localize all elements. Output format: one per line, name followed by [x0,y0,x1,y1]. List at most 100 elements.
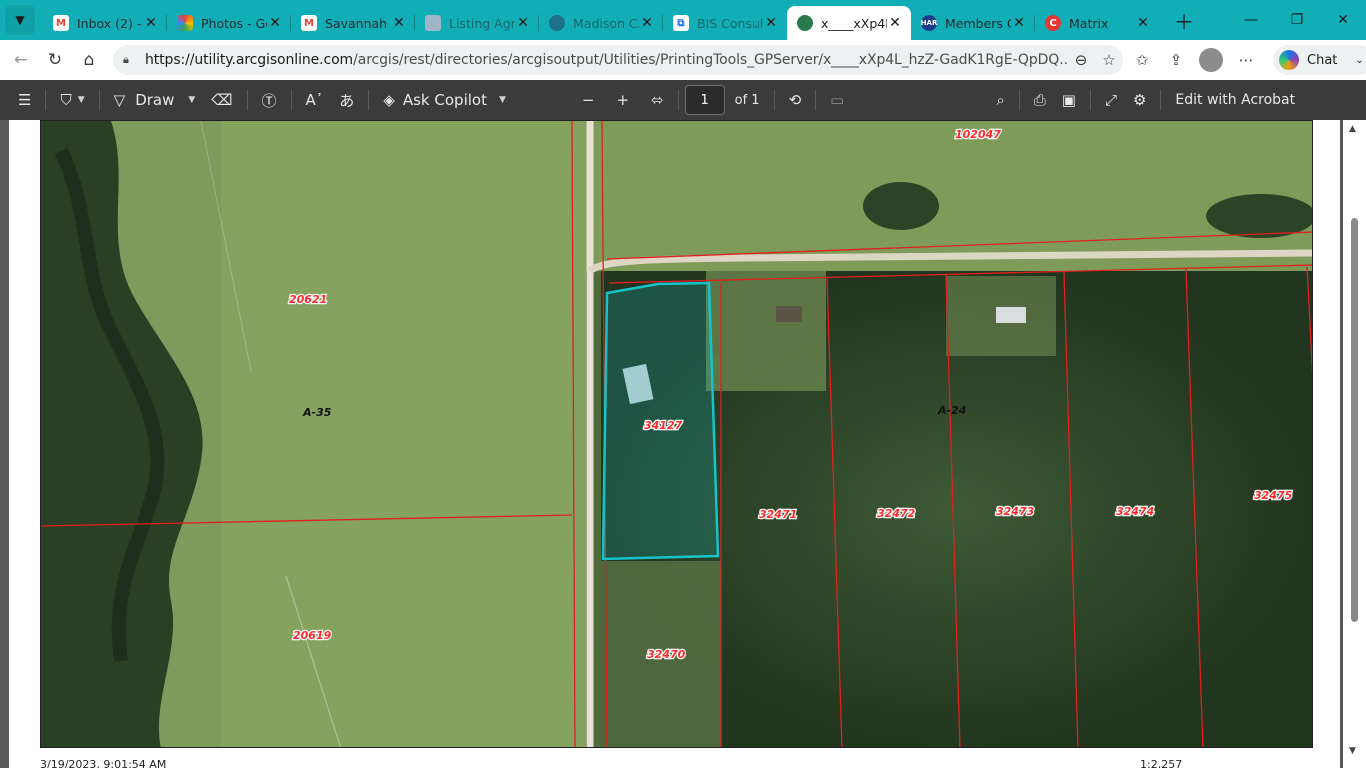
close-window-button[interactable]: ✕ [1320,0,1366,40]
page-number-input[interactable]: 1 [684,85,725,115]
close-icon[interactable]: ✕ [1135,15,1151,31]
scroll-up-icon[interactable]: ▲ [1349,124,1356,134]
document-icon [425,15,441,31]
structure [776,306,802,322]
tab-inbox[interactable]: M Inbox (2) - vi ✕ [43,7,167,39]
divider [98,90,100,110]
parcel-label: 32475 [1254,489,1293,502]
draw-button[interactable]: ▽ Draw ▼ [106,86,204,114]
tab-matrix[interactable]: C Matrix ✕ [1035,7,1159,39]
tab-photos[interactable]: Photos - Goo ✕ [167,7,291,39]
search-button[interactable]: ⌕ [988,86,1012,114]
parcel-label: 34127 [644,419,683,432]
add-text-button[interactable]: Ⓣ [254,86,285,114]
parcel-label: 32470 [647,648,686,661]
save-icon: ▣ [1061,91,1076,109]
plus-icon: + [616,91,630,109]
tab-savannah[interactable]: M Savannah O ✕ [291,7,415,39]
erase-button[interactable]: ⌫ [203,86,240,114]
close-icon[interactable]: ✕ [763,15,779,31]
har-icon: HAR [921,15,937,31]
tab-members[interactable]: HAR Members O ✕ [911,7,1035,39]
scroll-down-icon[interactable]: ▼ [1349,746,1356,756]
divider [45,90,47,110]
highlight-button[interactable]: ⛉ ▼ [52,86,92,114]
minimize-button[interactable]: — [1228,0,1274,40]
divider [1089,90,1091,110]
parcel-label: 32473 [996,505,1035,518]
tab-listing-agreement[interactable]: Listing Agre ✕ [415,7,539,39]
close-icon[interactable]: ✕ [391,15,407,31]
madison-cad-icon [549,15,565,31]
tab-arcgis-active[interactable]: x____xXp4L ✕ [787,6,911,40]
minus-icon: − [581,91,595,109]
fit-to-page-button[interactable]: ⬄ [643,86,672,114]
home-icon: ⌂ [83,50,95,70]
aerial-parcel-map[interactable]: 102047 20621 A-35 34127 A-24 32471 32472… [40,120,1313,748]
maximize-button[interactable]: ❐ [1274,0,1320,40]
print-button[interactable]: ⎙ [1026,86,1054,114]
url-text[interactable]: https://utility.arcgisonline.com/arcgis/… [145,52,1067,68]
navigation-bar: ← ↻ ⌂ 🔒︎ https://utility.arcgisonline.co… [0,40,1366,80]
print-timestamp: 3/19/2023, 9:01:54 AM [40,758,167,768]
divider [368,90,370,110]
divider [677,90,679,110]
divider [290,90,292,110]
tab-madison-cad[interactable]: Madison CA ✕ [539,7,663,39]
chevron-down-icon: ▼ [15,13,25,27]
pasture-area [221,121,586,747]
highlighter-icon: ⛉ [60,91,72,109]
more-options-icon[interactable]: ⋯ [1229,51,1263,69]
chevron-down-icon: ▼ [77,95,85,105]
structure [996,307,1026,323]
home-button[interactable]: ⌂ [72,44,106,76]
eraser-icon: ⌫ [211,91,233,109]
back-button[interactable]: ← [4,44,38,76]
profile-avatar[interactable] [1199,48,1223,72]
favorites-icon[interactable]: ✩ [1125,51,1159,69]
share-icon[interactable]: ⇪ [1159,51,1193,69]
parcel-label: 102047 [955,128,1001,141]
lock-icon: 🔒︎ [123,53,129,66]
pdf-toolbar: ☰ ⛉ ▼ ▽ Draw ▼ ⌫ Ⓣ A᾿ あ ◈ Ask Copilot ▼ − + ⬄… [0,80,1366,120]
google-photos-icon [177,15,193,31]
ask-copilot-button[interactable]: ◈ Ask Copilot ▼ [375,86,514,114]
copilot-icon: ◈ [383,91,395,109]
edit-with-acrobat-button[interactable]: Edit with Acrobat [1167,86,1303,114]
read-aloud-button[interactable]: A᾿ [298,86,332,114]
settings-button[interactable]: ⚙ [1125,86,1154,114]
new-tab-button[interactable]: ＋ [1169,5,1199,35]
tab-bis-consulting[interactable]: ⧉ BIS Consulta ✕ [663,7,787,39]
parcel-label: 32472 [877,507,916,520]
parcel-label: 20619 [293,629,332,642]
fullscreen-button[interactable]: ⤢ [1097,86,1125,114]
translate-button[interactable]: あ [331,86,362,114]
pen-icon: ▽ [113,91,126,109]
tab-actions-menu[interactable]: ▼ [5,5,35,35]
expand-icon: ⤢ [1104,91,1117,109]
rotate-button[interactable]: ⟲ [781,86,810,114]
list-icon: ☰ [18,91,32,109]
page-view-button[interactable]: ▭ [822,86,852,114]
close-icon[interactable]: ✕ [639,15,655,31]
address-bar[interactable]: 🔒︎ https://utility.arcgisonline.com/arcg… [113,45,1123,75]
zoom-out-button[interactable]: − [574,86,603,114]
favorite-star-icon[interactable]: ☆ [1095,51,1123,69]
scrollbar-thumb[interactable] [1351,218,1358,622]
close-icon[interactable]: ✕ [887,15,903,31]
rotate-icon: ⟲ [788,91,802,109]
close-icon[interactable]: ✕ [143,15,159,31]
close-icon[interactable]: ✕ [1011,15,1027,31]
close-icon[interactable]: ✕ [515,15,531,31]
read-aloud-icon: A᾿ [305,91,324,109]
gear-icon: ⚙ [1132,91,1147,109]
save-button[interactable]: ▣ [1054,86,1084,114]
refresh-button[interactable]: ↻ [38,44,72,76]
zoom-in-button[interactable]: + [608,86,637,114]
copilot-chat-button[interactable]: Chat ⌄ [1273,45,1366,75]
text-box-icon: Ⓣ [261,91,277,110]
zoom-icon[interactable]: ⊖ [1067,51,1095,69]
close-icon[interactable]: ✕ [267,15,283,31]
contents-button[interactable]: ☰ [10,86,39,114]
vertical-scrollbar[interactable]: ▲ ▼ [1343,120,1366,768]
